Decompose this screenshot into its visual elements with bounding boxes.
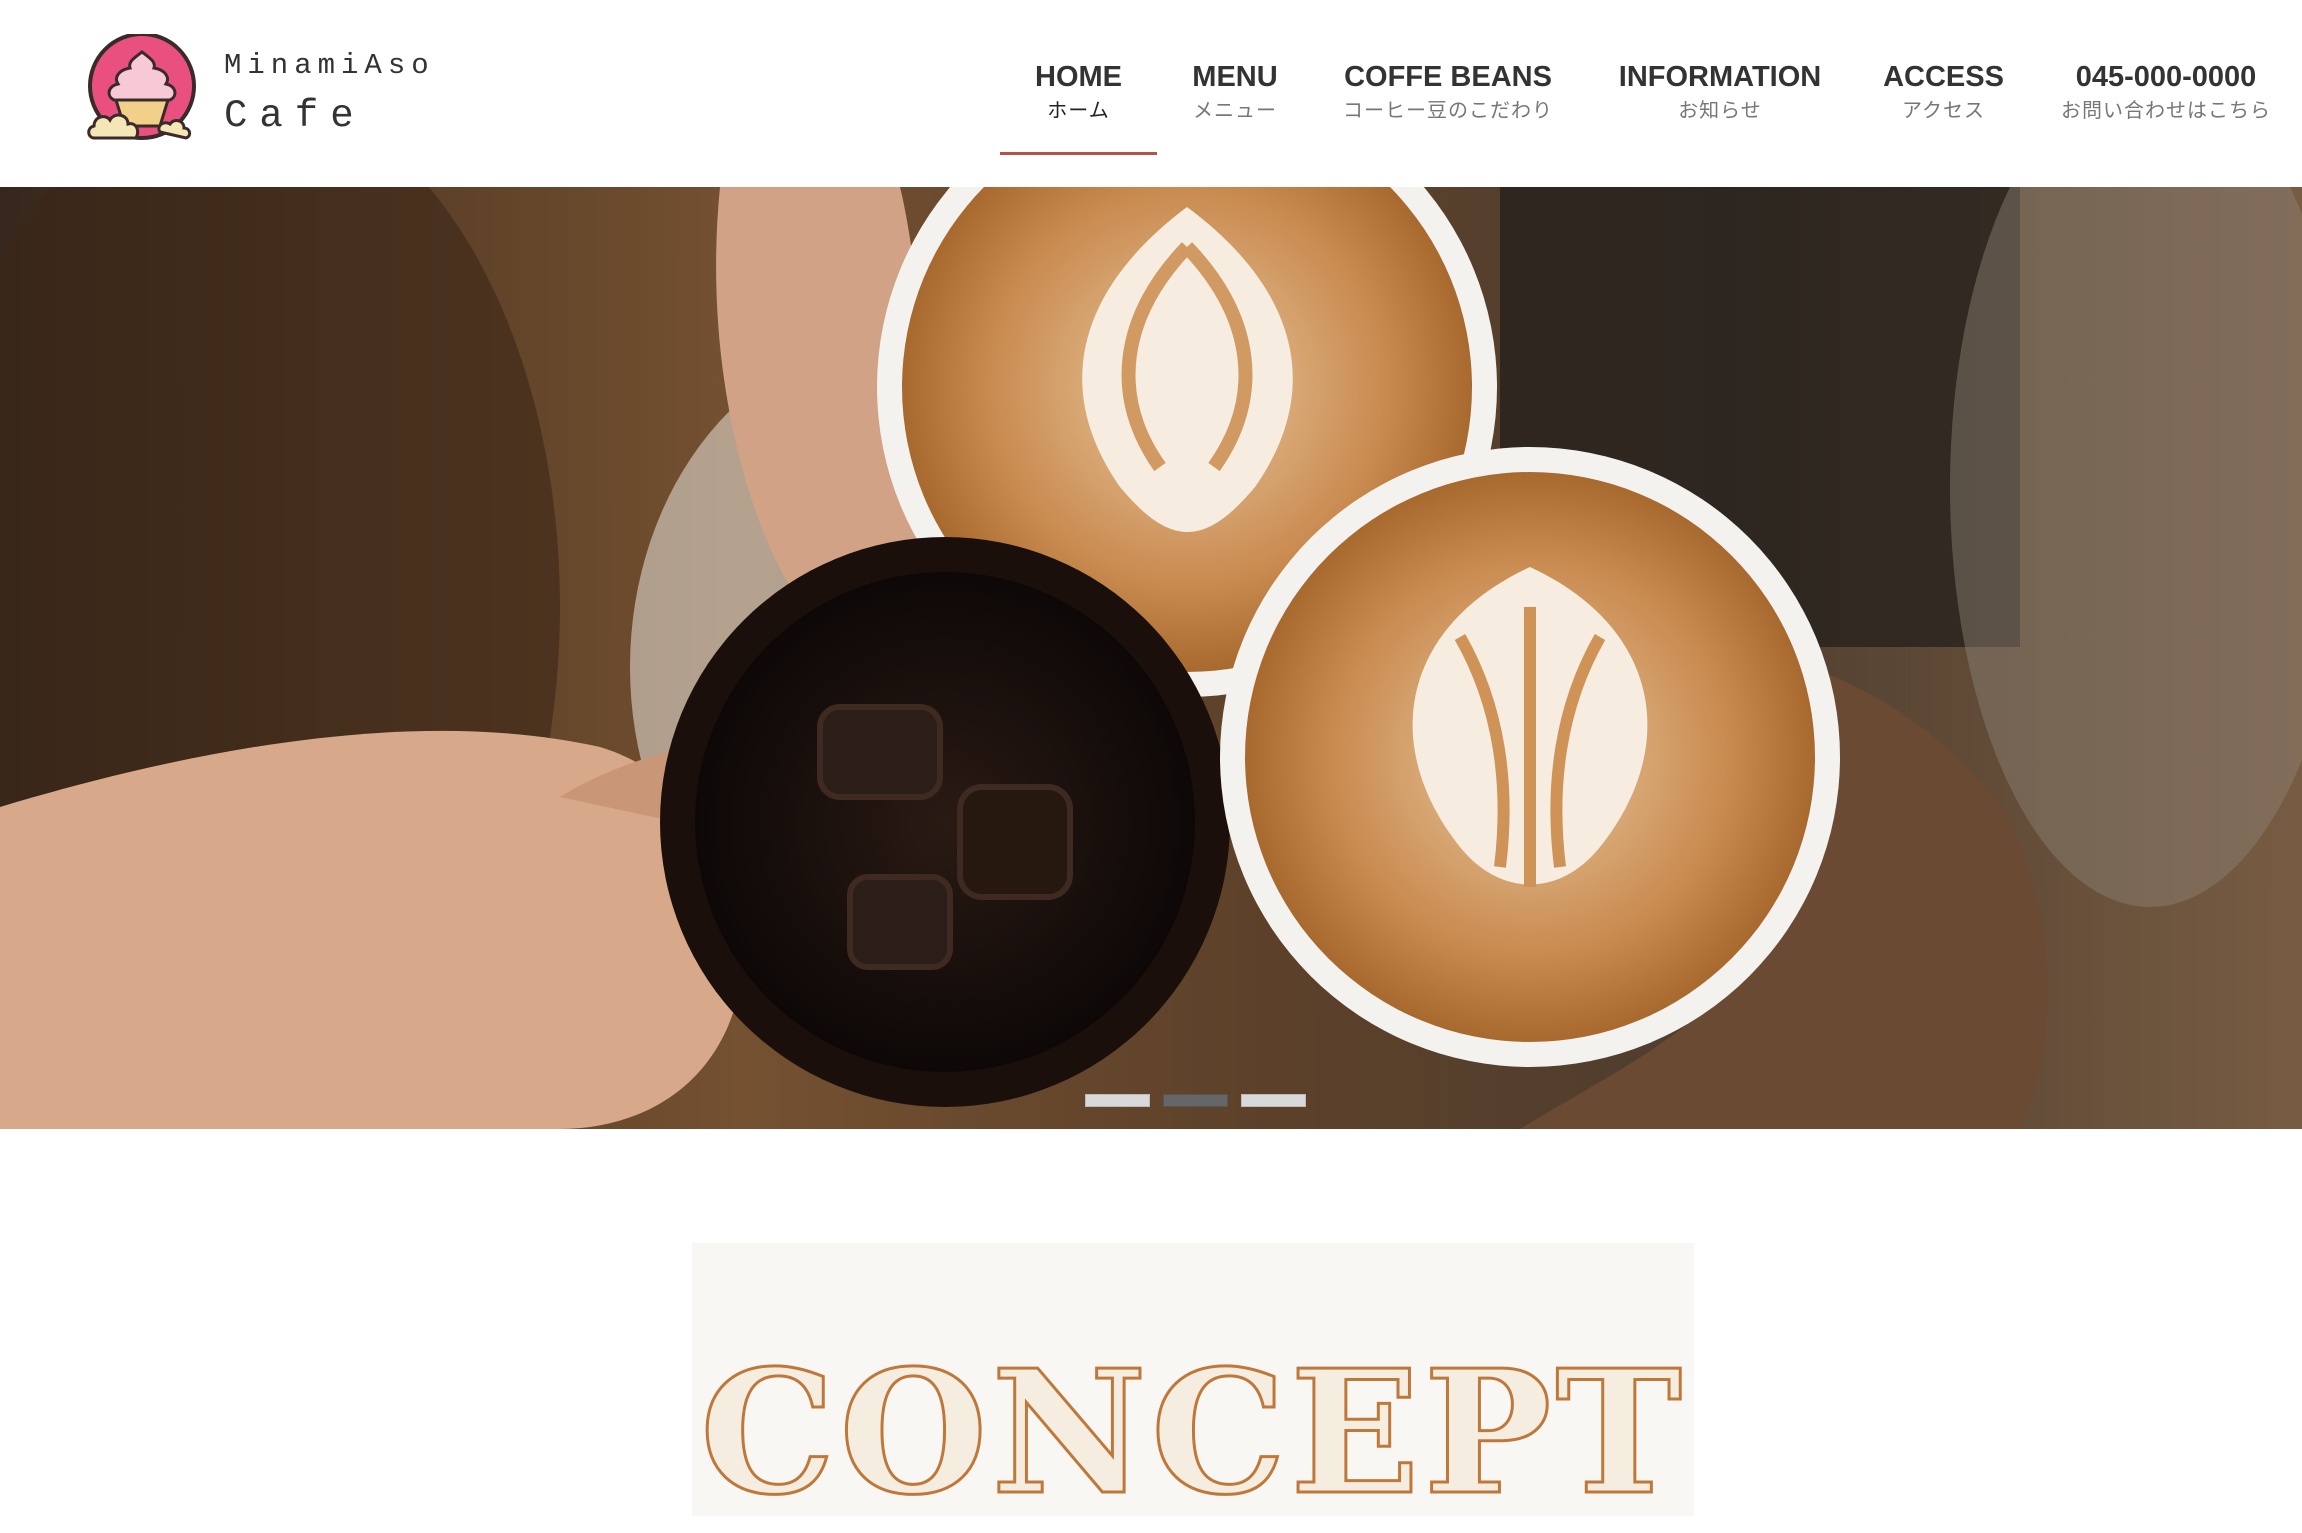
nav-item-label: 045-000-0000 xyxy=(2075,61,2257,93)
slide-dot-1[interactable] xyxy=(1085,1094,1150,1107)
nav-item-sublabel: お知らせ xyxy=(1678,100,1762,122)
nav-item-coffee-beans[interactable]: COFFE BEANS コーヒー豆のこだわり xyxy=(1330,58,1566,126)
nav-item-home[interactable]: HOME ホーム xyxy=(1000,58,1157,126)
nav-item-label: COFFE BEANS xyxy=(1344,61,1552,93)
nav-item-label: INFORMATION xyxy=(1618,61,1822,93)
nav-item-label: MENU xyxy=(1192,61,1278,93)
main-nav: HOME ホーム MENU メニュー COFFE BEANS コーヒー豆のこだわ… xyxy=(0,58,2302,158)
nav-item-menu[interactable]: MENU メニュー xyxy=(1170,58,1300,126)
nav-item-sublabel: ホーム xyxy=(1047,100,1110,122)
nav-item-contact-phone[interactable]: 045-000-0000 お問い合わせはこちら xyxy=(2060,58,2272,126)
hero-slider[interactable] xyxy=(0,187,2302,1129)
slider-pagination xyxy=(1085,1094,1306,1107)
nav-item-sublabel: コーヒー豆のこだわり xyxy=(1343,100,1553,122)
slide-dot-2[interactable] xyxy=(1163,1094,1228,1107)
nav-item-access[interactable]: ACCESS アクセス xyxy=(1870,58,2017,126)
slide-dot-3[interactable] xyxy=(1241,1094,1306,1107)
nav-item-sublabel: アクセス xyxy=(1902,100,1985,122)
nav-item-label: HOME xyxy=(1035,61,1122,93)
nav-active-indicator xyxy=(1000,152,1157,155)
site-header: MinamiAso Cafe HOME ホーム MENU メニュー COFFE … xyxy=(0,0,2302,187)
nav-item-information[interactable]: INFORMATION お知らせ xyxy=(1610,58,1830,126)
hero-image xyxy=(0,187,2302,1129)
nav-item-sublabel: お問い合わせはこちら xyxy=(2061,100,2271,122)
concept-section: CONCEPT xyxy=(692,1243,1694,1525)
concept-heading: CONCEPT xyxy=(699,1333,1686,1533)
nav-item-label: ACCESS xyxy=(1883,61,2004,93)
nav-item-sublabel: メニュー xyxy=(1193,100,1277,122)
